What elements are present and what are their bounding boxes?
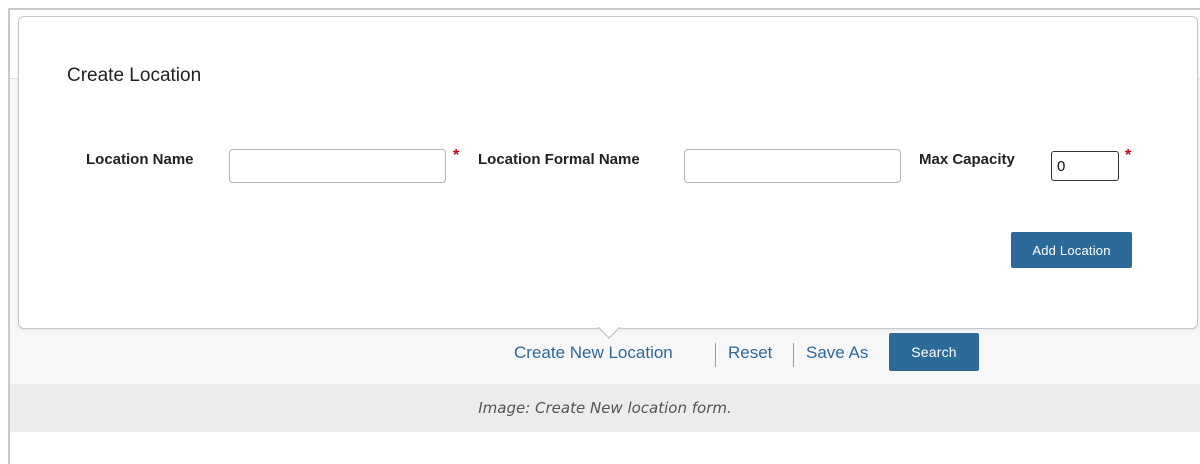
- add-location-button[interactable]: Add Location: [1011, 232, 1132, 268]
- formal-name-label: Location Formal Name: [478, 151, 640, 168]
- location-name-required-marker: *: [453, 147, 460, 164]
- search-button[interactable]: Search: [889, 333, 979, 371]
- reset-link[interactable]: Reset: [728, 343, 772, 363]
- action-separator: [793, 343, 794, 367]
- formal-name-input[interactable]: [684, 149, 901, 183]
- create-new-location-link[interactable]: Create New Location: [514, 343, 673, 363]
- location-name-label: Location Name: [86, 151, 194, 168]
- location-name-input[interactable]: [229, 149, 446, 183]
- max-capacity-label: Max Capacity: [919, 151, 1015, 168]
- action-separator: [715, 343, 716, 367]
- bottom-area: [10, 432, 1200, 464]
- image-caption: Image: Create New location form.: [478, 399, 732, 417]
- popup-title: Create Location: [67, 65, 202, 86]
- max-capacity-required-marker: *: [1125, 147, 1132, 164]
- create-location-popup: Create Location Location Name * Location…: [18, 16, 1198, 329]
- max-capacity-input[interactable]: [1051, 151, 1119, 181]
- save-as-link[interactable]: Save As: [806, 343, 868, 363]
